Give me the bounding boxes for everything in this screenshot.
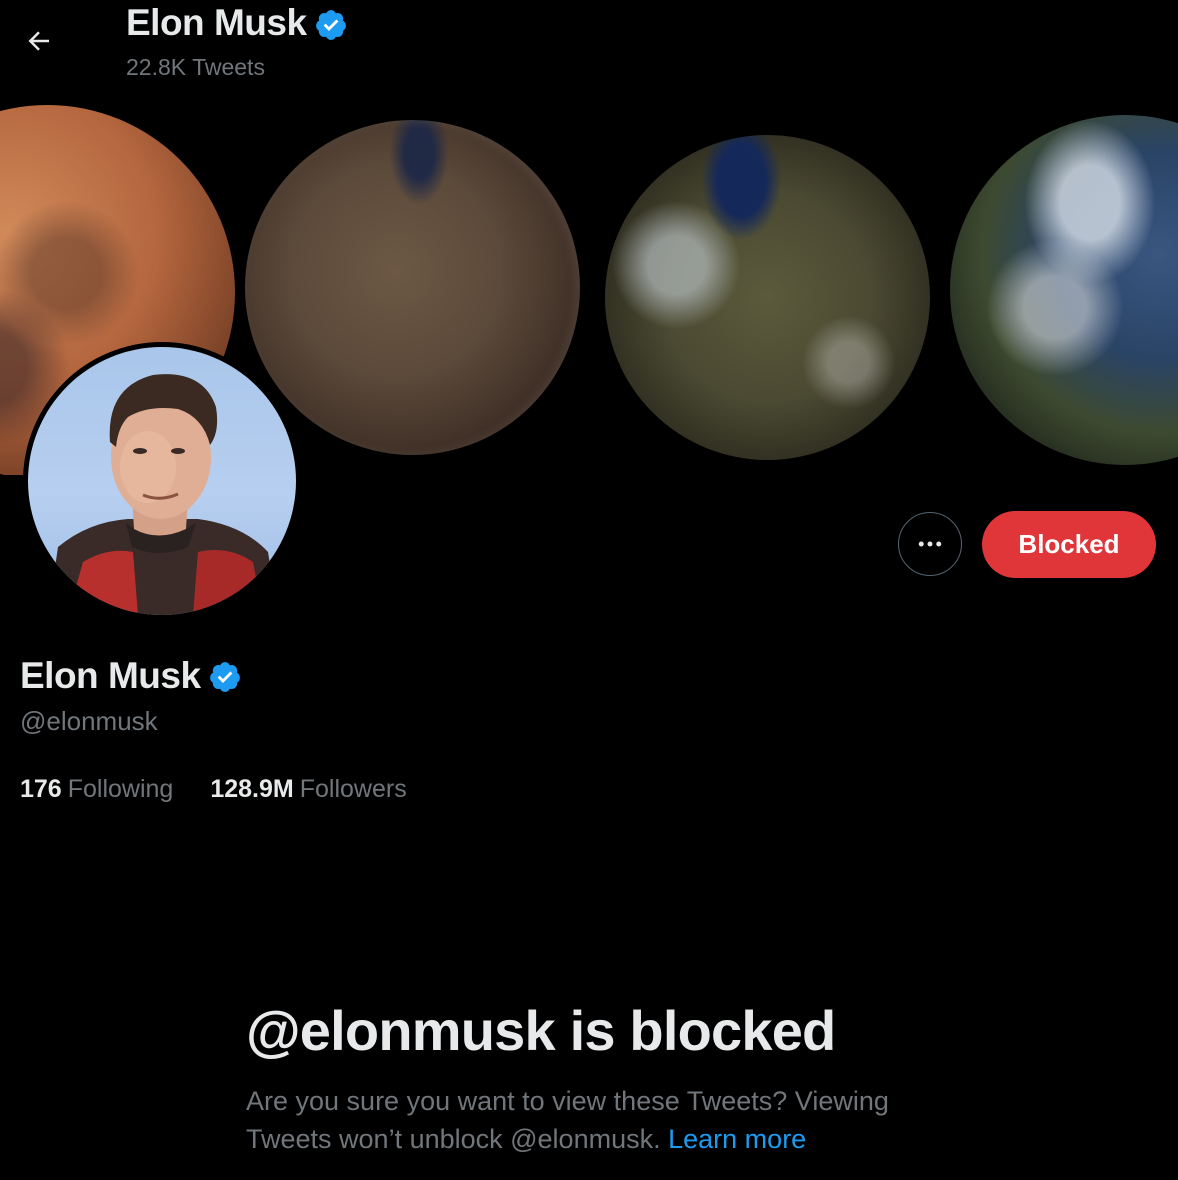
top-bar: Elon Musk 22.8K Tweets bbox=[0, 0, 1178, 100]
back-button[interactable] bbox=[16, 18, 62, 64]
profile-name-text: Elon Musk bbox=[20, 655, 201, 696]
planet-mars-with-water-image bbox=[245, 120, 580, 455]
planet-earth-like-mars-image bbox=[950, 115, 1178, 465]
header-title: Elon Musk bbox=[126, 2, 348, 44]
avatar-photo bbox=[28, 347, 296, 615]
followers-label: Followers bbox=[299, 775, 407, 803]
profile-stats: 176 Following 128.9M Followers bbox=[20, 775, 407, 804]
more-options-button[interactable] bbox=[898, 512, 962, 576]
profile-name: Elon Musk bbox=[20, 655, 242, 697]
blocked-notice-title: @elonmusk is blocked bbox=[246, 999, 836, 1062]
verified-badge-icon[interactable] bbox=[208, 660, 242, 694]
more-horizontal-icon bbox=[918, 541, 942, 547]
following-count: 176 bbox=[20, 775, 62, 803]
profile-handle: @elonmusk bbox=[20, 706, 158, 736]
blocked-notice-description: Are you sure you want to view these Twee… bbox=[246, 1082, 946, 1158]
followers-link[interactable]: 128.9M Followers bbox=[210, 775, 406, 804]
avatar-portrait bbox=[48, 374, 278, 615]
tweet-count: 22.8K Tweets bbox=[126, 54, 265, 80]
avatar[interactable] bbox=[23, 342, 301, 620]
verified-badge-icon bbox=[315, 9, 346, 40]
arrow-left-icon bbox=[28, 31, 49, 51]
blocked-button[interactable]: Blocked bbox=[982, 511, 1156, 578]
followers-count: 128.9M bbox=[210, 775, 294, 803]
learn-more-link[interactable]: Learn more bbox=[668, 1124, 806, 1154]
planet-terraforming-mars-image bbox=[605, 135, 930, 460]
following-link[interactable]: 176 Following bbox=[20, 775, 173, 804]
header-name: Elon Musk bbox=[126, 2, 307, 43]
profile-page: Elon Musk 22.8K Tweets Blocked Elon Musk… bbox=[0, 0, 1178, 1180]
following-label: Following bbox=[67, 775, 174, 803]
